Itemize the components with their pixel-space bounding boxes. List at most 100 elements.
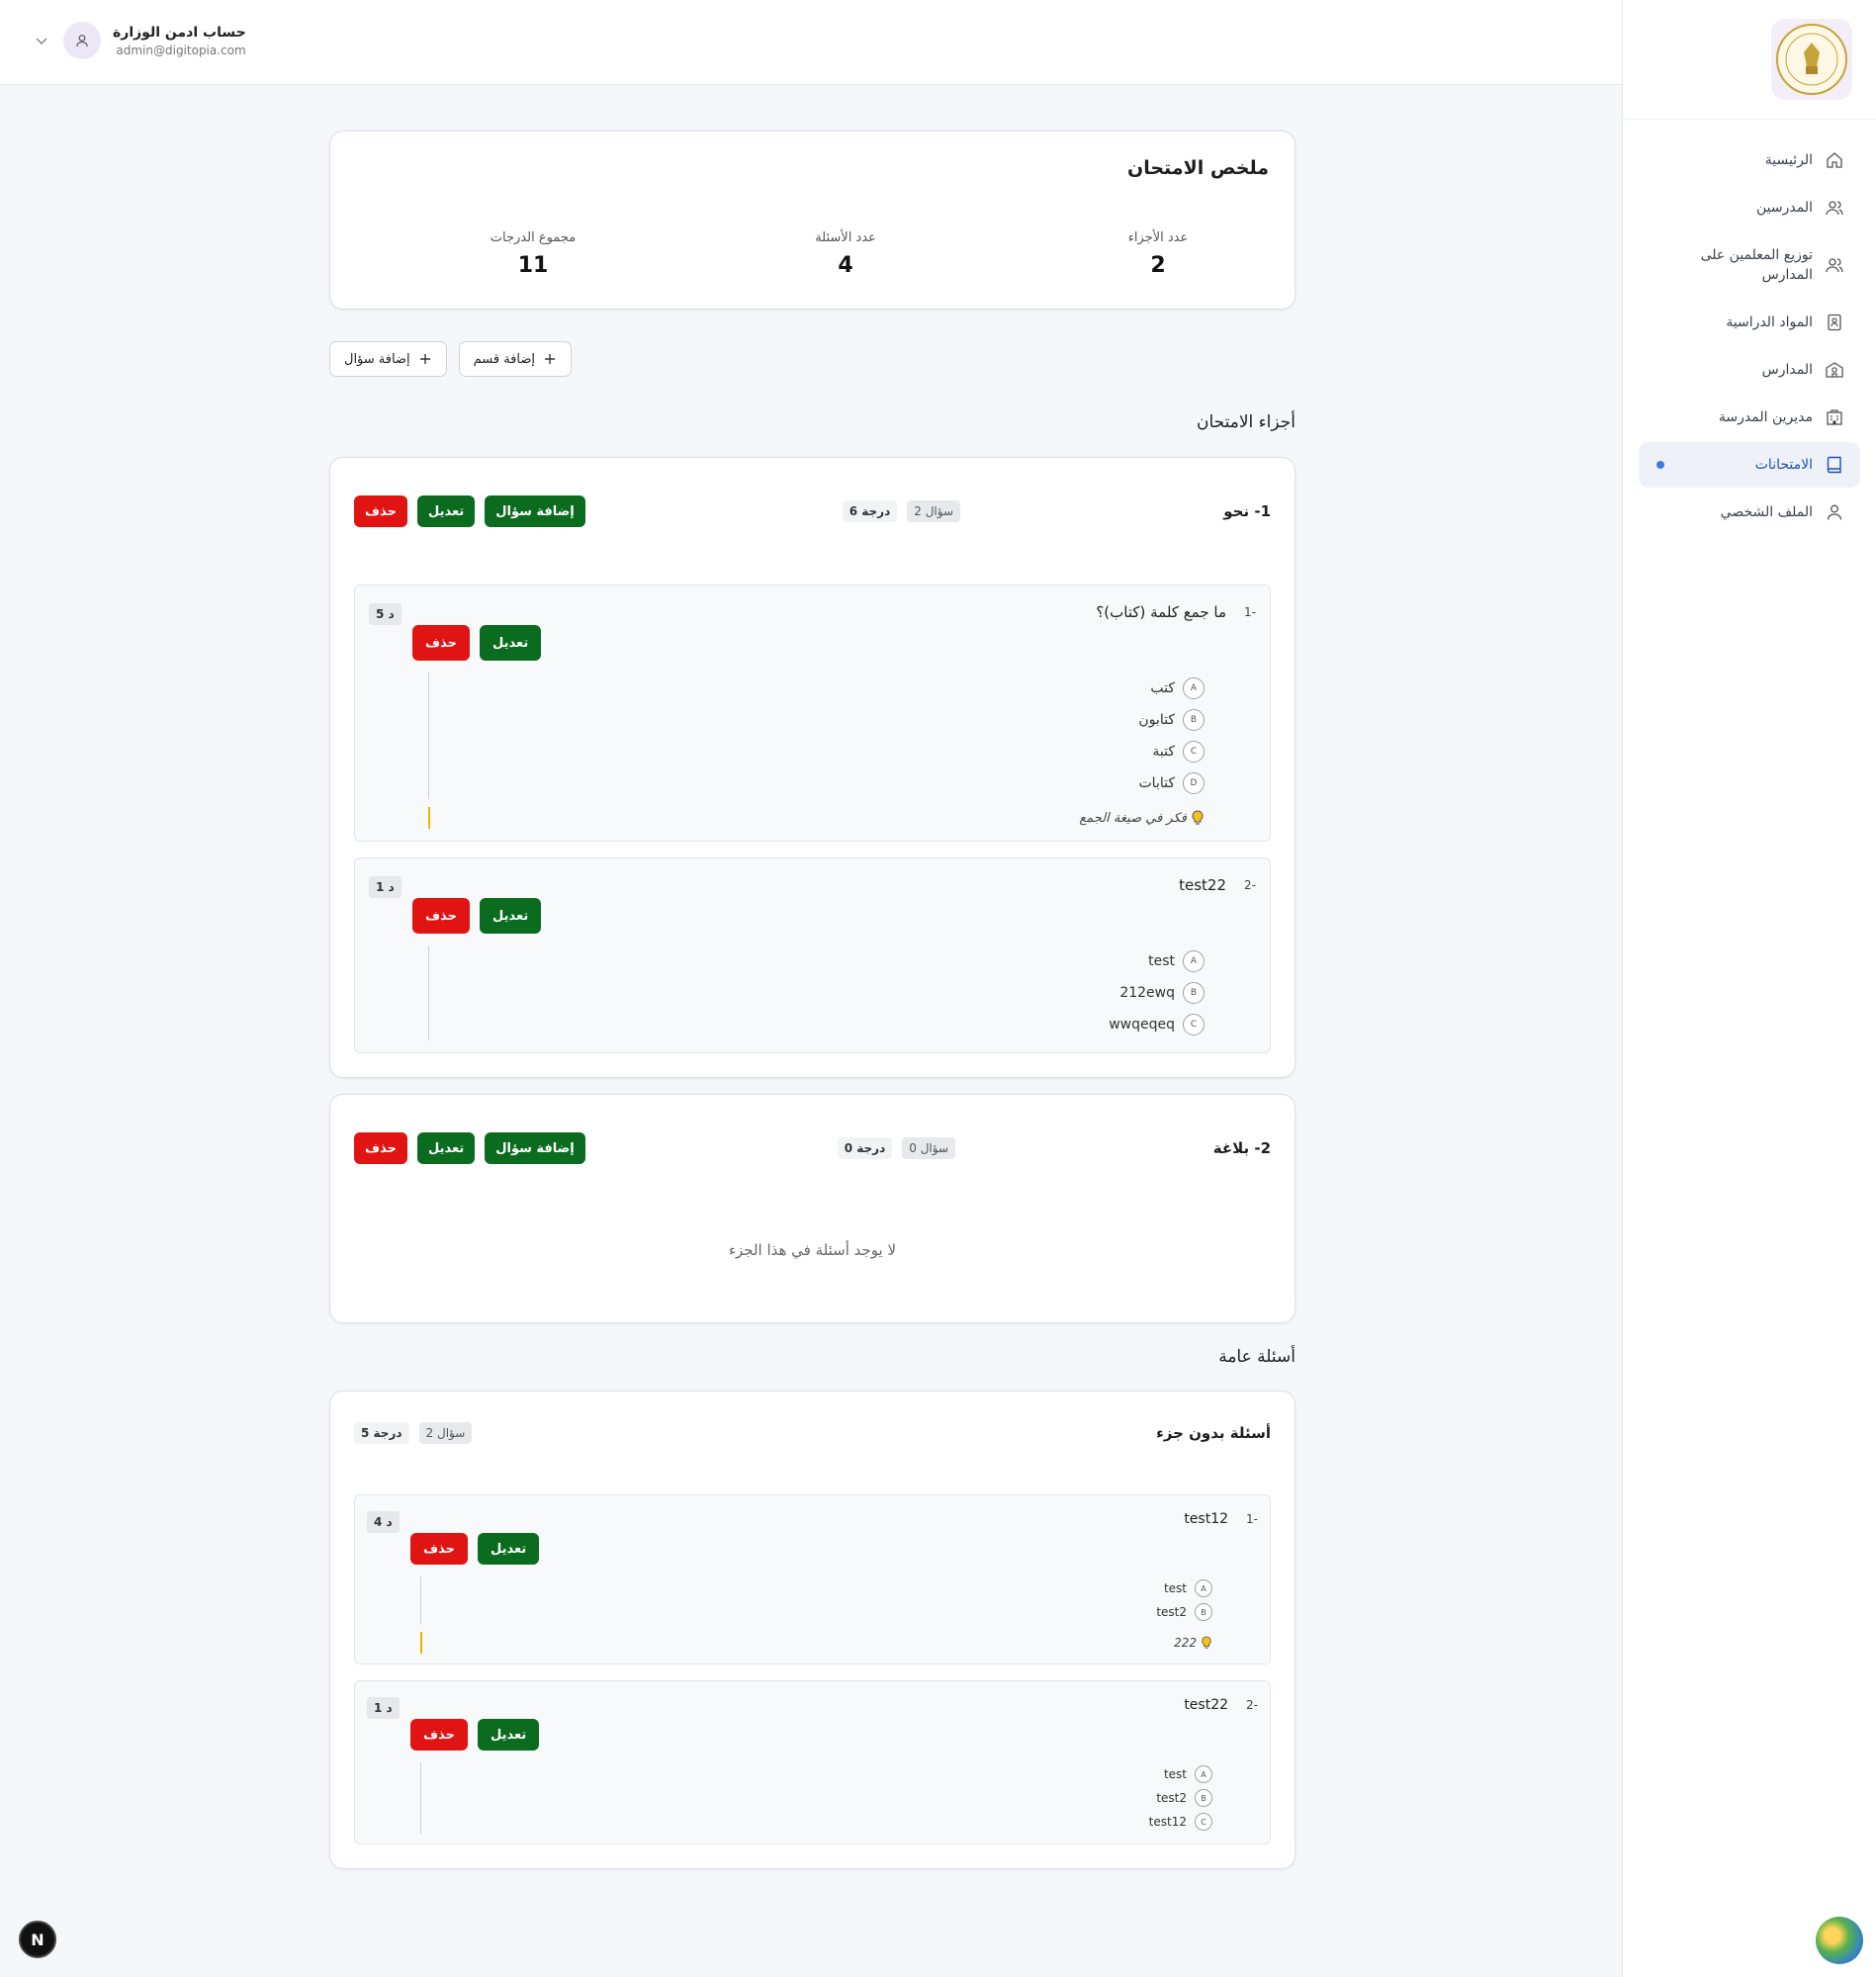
book-icon [1827, 456, 1841, 474]
option-text: كتبة [1152, 744, 1175, 760]
building-icon [1827, 409, 1842, 425]
edit-question-button[interactable]: تعديل [479, 898, 542, 934]
option-letter: C [1183, 741, 1205, 763]
sidebar-item-label: الملف الشخصي [1720, 503, 1813, 520]
delete-question-button[interactable]: حذف [410, 1719, 468, 1751]
option-text: test [1163, 1767, 1187, 1781]
question-text: test22 [1179, 876, 1227, 894]
delete-question-button[interactable]: حذف [412, 625, 470, 661]
edit-part-button[interactable]: تعديل [416, 1132, 476, 1164]
dev-tools-button[interactable]: N [19, 1921, 56, 1958]
options-list: test A test2 B test12 C [420, 1762, 1212, 1834]
degrees-badge: 0 درجة [837, 1137, 893, 1159]
option-item: wwqeqeq C [429, 1009, 1205, 1040]
chevron-down-icon[interactable] [32, 31, 51, 50]
sidebar-item-exams[interactable]: الامتحانات [1639, 442, 1860, 488]
edit-part-button[interactable]: تعديل [416, 495, 476, 527]
sidebar: الرئيسية المدرسين توزيع المعلمين على الم… [1622, 0, 1876, 1977]
user-icon [1827, 504, 1842, 520]
questions-count-badge: 0 سؤال [902, 1137, 955, 1159]
question-card: 4 د -1 test12 حذف تعديل test A test2 B 222 [354, 1494, 1271, 1664]
user-icon [76, 35, 88, 47]
sidebar-item-home[interactable]: الرئيسية [1639, 137, 1860, 183]
plus-icon [419, 354, 430, 364]
duration-badge: 5 د [369, 603, 402, 625]
exam-part: حذف تعديل إضافة سؤال 6 درجة 2 سؤال 1- نح… [329, 457, 1295, 1078]
sidebar-item-schools[interactable]: المدارس [1639, 347, 1860, 393]
stat-value: 4 [838, 253, 853, 278]
option-text: 212ewq [1119, 985, 1175, 1001]
option-item: كتبة C [429, 736, 1205, 767]
hint-text: فكر في صيغة الجمع [1079, 810, 1187, 826]
options-list: test A test2 B [420, 1576, 1212, 1624]
sidebar-item-teacher-distribution[interactable]: توزيع المعلمين على المدارس [1639, 232, 1860, 298]
question-hint: فكر في صيغة الجمع [428, 807, 1205, 829]
sidebar-item-label: المدرسين [1756, 199, 1813, 216]
question-card: 1 د -2 test22 حذف تعديل test A 212ewq B ww… [354, 857, 1271, 1053]
option-letter: A [1183, 950, 1205, 972]
option-letter: A [1195, 1579, 1212, 1597]
parts-title: أجزاء الامتحان [1196, 412, 1295, 432]
degrees-badge: 5 درجة [354, 1422, 409, 1444]
option-text: wwqeqeq [1109, 1017, 1175, 1033]
delete-question-button[interactable]: حذف [410, 1533, 468, 1565]
question-text: test22 [1184, 1697, 1229, 1713]
option-item: 212ewq B [429, 977, 1205, 1009]
options-list: كتب A كتابون B كتبة C كتابات D [428, 673, 1205, 799]
stat-label: عدد الأجزاء [1127, 230, 1189, 245]
degrees-badge: 6 درجة [842, 500, 898, 522]
option-text: كتابات [1138, 775, 1176, 791]
sidebar-item-subjects[interactable]: المواد الدراسية [1639, 300, 1860, 345]
question-number: -2 [1244, 878, 1256, 892]
duration-badge: 1 د [367, 1697, 400, 1719]
stat-label: مجموع الدرجات [490, 230, 577, 245]
edit-question-button[interactable]: تعديل [477, 1719, 540, 1751]
school-icon [1826, 362, 1843, 378]
delete-question-button[interactable]: حذف [412, 898, 470, 934]
stat-parts: عدد الأجزاء 2 [1079, 230, 1237, 278]
option-text: test [1163, 1581, 1187, 1595]
question-number: -1 [1246, 1512, 1258, 1526]
add-question-button[interactable]: إضافة سؤال [329, 341, 447, 377]
avatar[interactable] [63, 22, 101, 59]
option-letter: A [1183, 677, 1205, 699]
users-icon [1826, 201, 1843, 216]
account-email: admin@digitopia.com [116, 43, 246, 57]
summary-title: ملخص الامتحان [1127, 157, 1269, 179]
sidebar-item-label: المواد الدراسية [1726, 314, 1813, 330]
delete-part-button[interactable]: حذف [354, 1132, 407, 1164]
empty-state: لا يوجد أسئلة في هذا الجزء [728, 1241, 897, 1259]
options-list: test A 212ewq B wwqeqeq C [428, 945, 1205, 1040]
stat-questions: عدد الأسئلة 4 [766, 230, 925, 278]
question-card: 1 د -2 test22 حذف تعديل test A test2 B tes… [354, 1680, 1271, 1844]
sidebar-item-label: المدارس [1761, 361, 1813, 378]
account-menu[interactable]: حساب ادمن الوزارة admin@digitopia.com [32, 22, 246, 59]
stat-label: عدد الأسئلة [815, 230, 876, 245]
active-indicator [1656, 461, 1664, 469]
delete-part-button[interactable]: حذف [354, 495, 407, 527]
add-section-button[interactable]: إضافة قسم [458, 341, 572, 377]
add-question-to-part-button[interactable]: إضافة سؤال [485, 495, 585, 527]
ministry-logo[interactable] [1771, 19, 1852, 100]
add-question-to-part-button[interactable]: إضافة سؤال [485, 1132, 585, 1164]
edit-question-button[interactable]: تعديل [477, 1533, 540, 1565]
option-item: كتابون B [429, 704, 1205, 736]
sidebar-item-teachers[interactable]: المدرسين [1639, 185, 1860, 230]
users-icon [1826, 258, 1843, 273]
sidebar-item-label: الامتحانات [1754, 456, 1813, 473]
assistant-avatar-button[interactable] [1816, 1917, 1863, 1964]
edit-question-button[interactable]: تعديل [479, 625, 542, 661]
option-letter: C [1195, 1813, 1212, 1831]
main-content: ملخص الامتحان عدد الأجزاء 2 عدد الأسئلة … [329, 131, 1295, 1885]
option-item: test A [421, 1762, 1212, 1786]
option-text: test12 [1148, 1815, 1187, 1829]
sidebar-item-school-managers[interactable]: مديرين المدرسة [1639, 395, 1860, 440]
option-letter: A [1195, 1765, 1212, 1783]
add-question-label: إضافة سؤال [344, 351, 410, 367]
emblem-icon [1776, 24, 1847, 95]
option-letter: B [1183, 709, 1205, 731]
option-letter: B [1183, 982, 1205, 1004]
questions-count-badge: 2 سؤال [907, 500, 960, 522]
account-name: حساب ادمن الوزارة [113, 24, 246, 41]
sidebar-item-profile[interactable]: الملف الشخصي [1639, 490, 1860, 535]
